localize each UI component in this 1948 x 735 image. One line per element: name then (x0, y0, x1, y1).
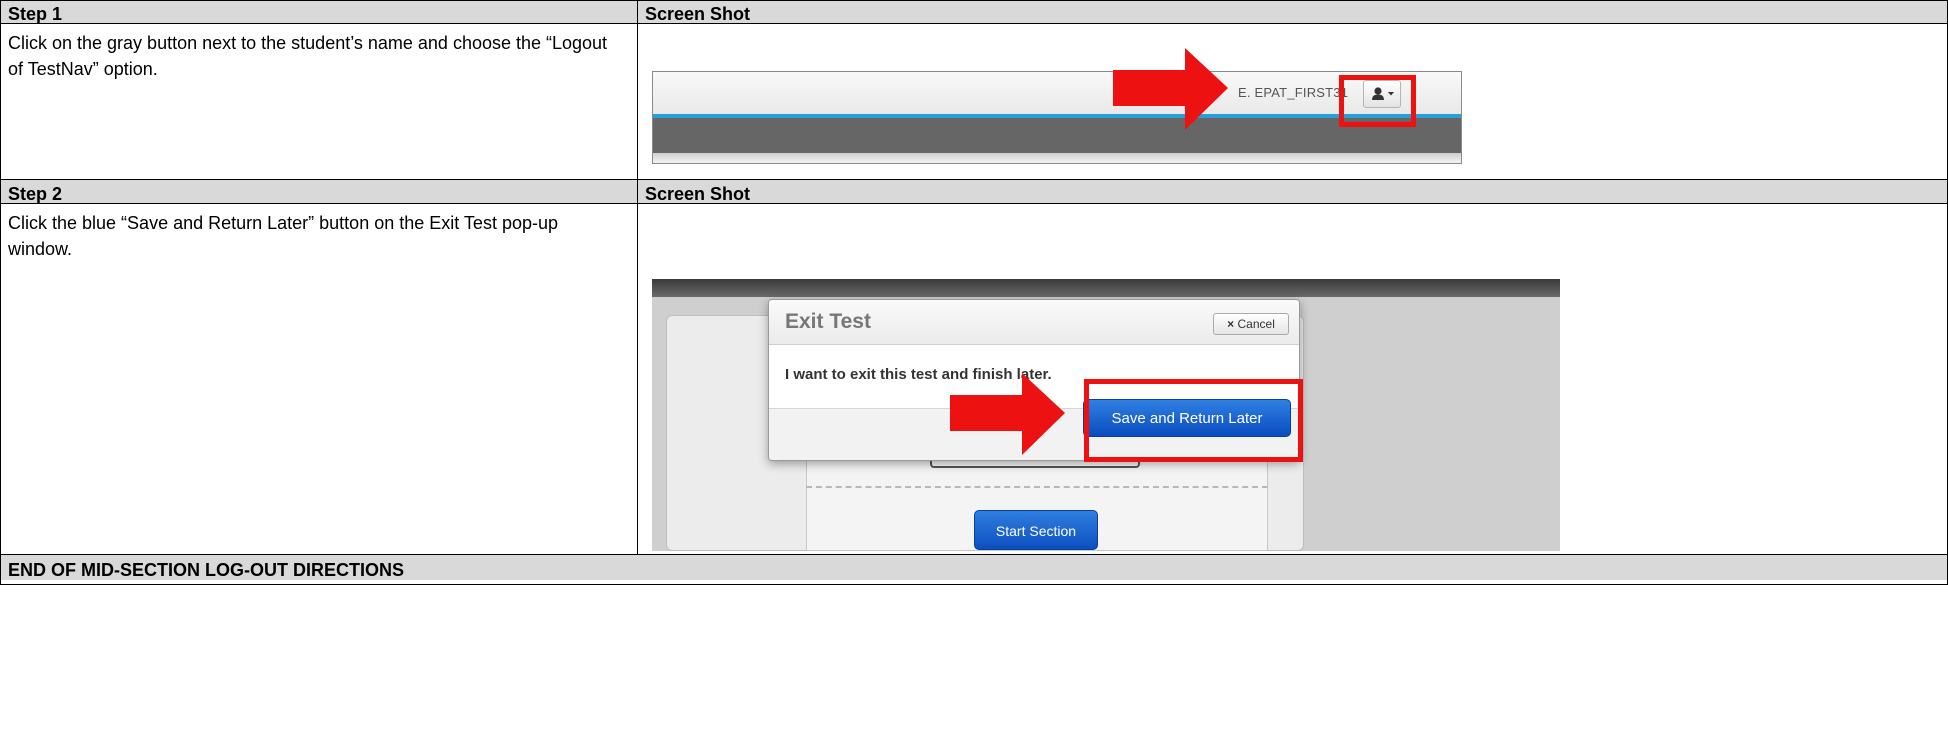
start-section-button[interactable]: Start Section (974, 510, 1098, 550)
grid-line (0, 0, 1, 585)
step1-shot-heading: Screen Shot (645, 4, 751, 24)
grid-line (0, 584, 1948, 585)
close-icon: × (1227, 317, 1235, 331)
app-top-bar (652, 279, 1560, 297)
student-name: E. EPAT_FIRST31 (1238, 85, 1349, 100)
footer-text: END OF MID-SECTION LOG-OUT DIRECTIONS (8, 560, 404, 580)
grid-line (0, 554, 1948, 555)
step2-header: Step 2 (0, 180, 637, 204)
step1-shot-header: Screen Shot (637, 0, 1948, 24)
dashed-divider (806, 486, 1268, 488)
grid-line (0, 0, 1948, 1)
step2-shot-heading: Screen Shot (645, 184, 751, 204)
footer-row: END OF MID-SECTION LOG-OUT DIRECTIONS (0, 555, 1948, 580)
step1-instruction: Click on the gray button next to the stu… (8, 33, 608, 79)
grid-line (637, 0, 638, 555)
step1-header: Step 1 (0, 0, 637, 24)
cancel-button[interactable]: × Cancel (1213, 313, 1289, 335)
step1-highlight-box (1339, 75, 1416, 127)
dialog-title: Exit Test (785, 310, 871, 333)
grid-line (0, 203, 1948, 204)
cancel-label: Cancel (1237, 317, 1275, 331)
step1-red-arrow (1113, 48, 1228, 130)
grid-line (0, 23, 1948, 24)
step2-heading: Step 2 (8, 184, 63, 204)
header-shadow (653, 153, 1461, 163)
step1-heading: Step 1 (8, 4, 63, 24)
step2-shot-header: Screen Shot (637, 180, 1948, 204)
step2-red-arrow (950, 373, 1065, 455)
grid-line (0, 179, 1948, 180)
step1-instruction-cell: Click on the gray button next to the stu… (0, 24, 620, 179)
step2-instruction: Click the blue “Save and Return Later” b… (8, 213, 558, 259)
step2-highlight-box (1084, 379, 1303, 462)
step2-instruction-cell: Click the blue “Save and Return Later” b… (0, 204, 620, 554)
